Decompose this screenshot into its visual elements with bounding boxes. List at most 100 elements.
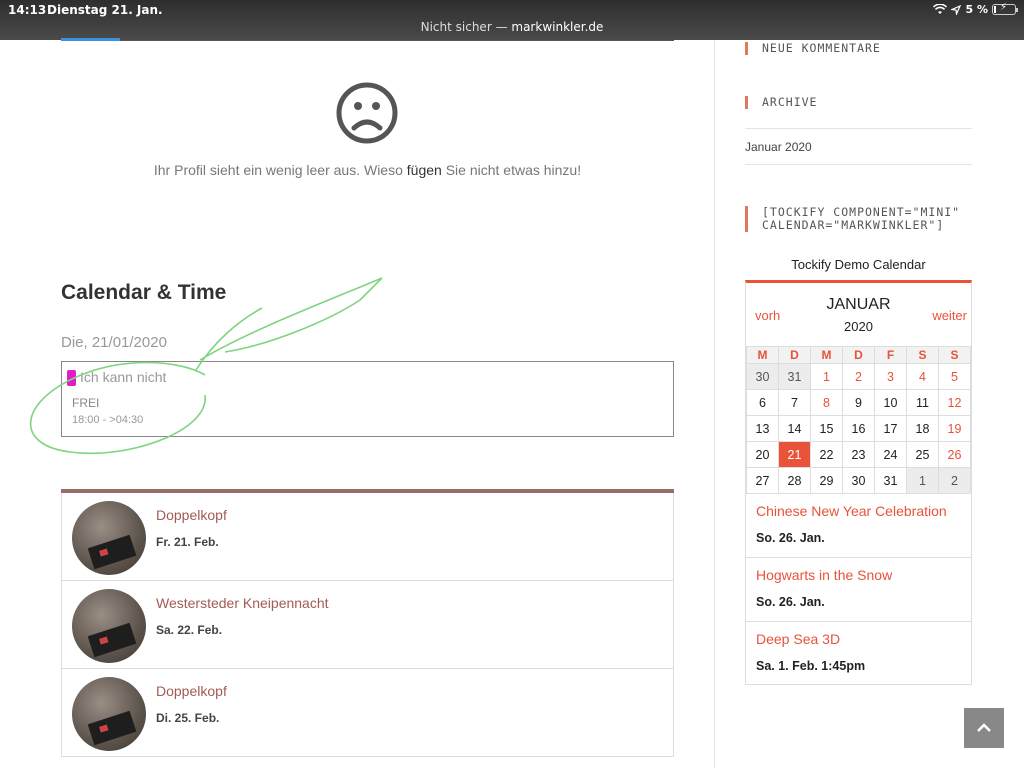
list-item[interactable]: Doppelkopf Fr. 21. Feb. bbox=[61, 493, 674, 581]
calendar-day[interactable]: 31 bbox=[874, 467, 907, 494]
calendar-day[interactable]: 24 bbox=[874, 441, 907, 468]
calendar-day[interactable]: 23 bbox=[842, 441, 875, 468]
sad-face-icon bbox=[336, 82, 398, 144]
calendar-day[interactable]: 14 bbox=[778, 415, 811, 442]
status-bar: 14:13 Dienstag 21. Jan. Nicht sicher — m… bbox=[0, 0, 1024, 40]
status-date: Dienstag 21. Jan. bbox=[47, 3, 163, 17]
calendar-grid: M D M D F S S 30 31 1 2 3 4 5 6 7 8 9 10… bbox=[746, 346, 971, 494]
calendar-day[interactable]: 5 bbox=[938, 363, 971, 390]
location-arrow-icon bbox=[951, 4, 962, 15]
event-title: Ich kann nicht bbox=[80, 369, 167, 385]
calendar-widget-title: Tockify Demo Calendar bbox=[791, 257, 926, 272]
calendar-day[interactable]: 20 bbox=[746, 441, 779, 468]
calendar-day[interactable]: 31 bbox=[778, 363, 811, 390]
event-thumbnail bbox=[72, 677, 146, 751]
event-time: 18:00 - >04:30 bbox=[72, 414, 144, 426]
calendar-day[interactable]: 10 bbox=[874, 389, 907, 416]
mini-calendar: vorh JANUAR 2020 weiter M D M D F S S 30… bbox=[745, 280, 972, 685]
calendar-day[interactable]: 7 bbox=[778, 389, 811, 416]
event-item-date: Sa. 22. Feb. bbox=[156, 623, 223, 637]
calendar-day[interactable]: 30 bbox=[842, 467, 875, 494]
weekday-header: M bbox=[810, 346, 843, 364]
calendar-date: Die, 21/01/2020 bbox=[61, 334, 167, 351]
event-item-title[interactable]: Doppelkopf bbox=[156, 507, 227, 523]
security-label: Nicht sicher — bbox=[420, 20, 512, 34]
calendar-day[interactable]: 18 bbox=[906, 415, 939, 442]
calendar-next-button[interactable]: weiter bbox=[932, 308, 967, 323]
scroll-to-top-button[interactable] bbox=[964, 708, 1004, 748]
weekday-header: S bbox=[938, 346, 971, 364]
calendar-day[interactable]: 22 bbox=[810, 441, 843, 468]
event-thumbnail bbox=[72, 589, 146, 663]
address-bar[interactable]: Nicht sicher — markwinkler.de bbox=[0, 20, 1024, 34]
calendar-day[interactable]: 30 bbox=[746, 363, 779, 390]
calendar-day-today[interactable]: 21 bbox=[778, 441, 811, 468]
battery-percent: 5 % bbox=[965, 3, 988, 16]
weekday-header: D bbox=[778, 346, 811, 364]
recent-comments-heading: NEUE KOMMENTARE bbox=[745, 42, 881, 55]
calendar-event-date: Sa. 1. Feb. 1:45pm bbox=[756, 659, 866, 673]
calendar-day[interactable]: 16 bbox=[842, 415, 875, 442]
weekday-header: M bbox=[746, 346, 779, 364]
empty-text-after: Sie nicht etwas hinzu! bbox=[441, 162, 582, 178]
calendar-event-list: Chinese New Year Celebration So. 26. Jan… bbox=[746, 493, 971, 685]
chevron-up-icon bbox=[977, 723, 991, 732]
calendar-day[interactable]: 2 bbox=[842, 363, 875, 390]
calendar-day[interactable]: 17 bbox=[874, 415, 907, 442]
calendar-day[interactable]: 29 bbox=[810, 467, 843, 494]
empty-profile-message: Ihr Profil sieht ein wenig leer aus. Wie… bbox=[61, 162, 674, 178]
add-content-link[interactable]: fügen bbox=[407, 162, 442, 178]
url-host: markwinkler.de bbox=[511, 20, 604, 34]
status-time: 14:13 bbox=[8, 3, 47, 17]
calendar-event-title[interactable]: Hogwarts in the Snow bbox=[756, 567, 961, 583]
calendar-day[interactable]: 11 bbox=[906, 389, 939, 416]
content-divider bbox=[120, 40, 674, 41]
calendar-day[interactable]: 27 bbox=[746, 467, 779, 494]
calendar-event-date: So. 26. Jan. bbox=[756, 531, 825, 545]
calendar-day[interactable]: 2 bbox=[938, 467, 971, 494]
weekday-header: D bbox=[842, 346, 875, 364]
calendar-event[interactable]: Ich kann nicht FREI 18:00 - >04:30 bbox=[61, 361, 674, 437]
active-tab-indicator bbox=[61, 38, 120, 41]
event-item-date: Di. 25. Feb. bbox=[156, 711, 220, 725]
calendar-day[interactable]: 19 bbox=[938, 415, 971, 442]
calendar-day[interactable]: 26 bbox=[938, 441, 971, 468]
upcoming-events-list: Doppelkopf Fr. 21. Feb. Westersteder Kne… bbox=[61, 489, 674, 757]
calendar-day[interactable]: 15 bbox=[810, 415, 843, 442]
calendar-event-title[interactable]: Chinese New Year Celebration bbox=[756, 503, 961, 519]
calendar-day[interactable]: 1 bbox=[906, 467, 939, 494]
calendar-day[interactable]: 25 bbox=[906, 441, 939, 468]
archive-list: Januar 2020 bbox=[745, 128, 972, 165]
archive-link[interactable]: Januar 2020 bbox=[745, 140, 812, 154]
calendar-event-item[interactable]: Chinese New Year Celebration So. 26. Jan… bbox=[746, 493, 971, 557]
calendar-day[interactable]: 3 bbox=[874, 363, 907, 390]
event-status: FREI bbox=[72, 396, 100, 410]
calendar-event-title[interactable]: Deep Sea 3D bbox=[756, 631, 961, 647]
event-thumbnail bbox=[72, 501, 146, 575]
status-icons: 5 % ⚡ bbox=[933, 2, 1018, 16]
weekday-header: F bbox=[874, 346, 907, 364]
wifi-icon bbox=[933, 4, 948, 14]
calendar-day[interactable]: 1 bbox=[810, 363, 843, 390]
calendar-day[interactable]: 12 bbox=[938, 389, 971, 416]
list-item[interactable]: Westersteder Kneipennacht Sa. 22. Feb. bbox=[61, 581, 674, 669]
calendar-event-item[interactable]: Deep Sea 3D Sa. 1. Feb. 1:45pm bbox=[746, 621, 971, 685]
calendar-day[interactable]: 28 bbox=[778, 467, 811, 494]
calendar-day[interactable]: 9 bbox=[842, 389, 875, 416]
event-item-title[interactable]: Doppelkopf bbox=[156, 683, 227, 699]
battery-icon: ⚡ bbox=[992, 2, 1018, 15]
calendar-day[interactable]: 4 bbox=[906, 363, 939, 390]
weekday-header: S bbox=[906, 346, 939, 364]
calendar-event-date: So. 26. Jan. bbox=[756, 595, 825, 609]
calendar-day[interactable]: 13 bbox=[746, 415, 779, 442]
calendar-section-title: Calendar & Time bbox=[61, 281, 227, 304]
event-item-title[interactable]: Westersteder Kneipennacht bbox=[156, 595, 329, 611]
calendar-day[interactable]: 6 bbox=[746, 389, 779, 416]
empty-text-before: Ihr Profil sieht ein wenig leer aus. Wie… bbox=[153, 162, 407, 178]
list-item[interactable]: Doppelkopf Di. 25. Feb. bbox=[61, 669, 674, 757]
archive-heading: ARCHIVE bbox=[745, 96, 817, 109]
calendar-event-item[interactable]: Hogwarts in the Snow So. 26. Jan. bbox=[746, 557, 971, 621]
tockify-shortcode-heading: [TOCKIFY COMPONENT="MINI" CALENDAR="MARK… bbox=[745, 206, 972, 232]
event-item-date: Fr. 21. Feb. bbox=[156, 535, 219, 549]
calendar-day[interactable]: 8 bbox=[810, 389, 843, 416]
